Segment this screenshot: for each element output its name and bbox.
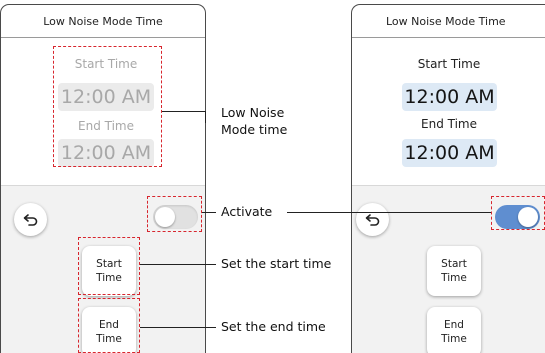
end-button-highlight [78, 298, 140, 353]
start-time-button[interactable]: Start Time [427, 246, 481, 296]
end-time-value: 12:00 AM [402, 139, 497, 167]
start-time-value: 12:00 AM [402, 83, 497, 111]
callout-set-start: Set the start time [221, 256, 332, 271]
callout-leader [140, 327, 216, 328]
end-time-label: End Time [421, 117, 477, 131]
back-button[interactable] [14, 203, 47, 236]
toggle-highlight-right [491, 196, 545, 230]
callout-leader [202, 212, 216, 213]
callout-low-noise-time: Low Noise Mode time [221, 105, 288, 137]
time-display-highlight [53, 46, 162, 167]
callout-activate: Activate [221, 204, 273, 219]
toggle-highlight-left [147, 196, 202, 232]
callout-leader [205, 111, 206, 123]
back-arrow-icon [23, 213, 37, 226]
callout-leader [287, 212, 491, 213]
end-time-button[interactable]: End Time [427, 307, 481, 353]
back-arrow-icon [365, 213, 379, 226]
callout-set-end: Set the end time [221, 319, 326, 334]
screen-title: Low Noise Mode Time [1, 5, 205, 38]
screen-title: Low Noise Mode Time [352, 5, 545, 38]
callout-leader [140, 264, 216, 265]
callout-leader [162, 111, 205, 112]
back-button[interactable] [356, 203, 389, 236]
start-time-label: Start Time [417, 57, 481, 71]
start-button-highlight [78, 237, 140, 295]
screen-right: Low Noise Mode Time Start Time 12:00 AM … [351, 4, 545, 353]
